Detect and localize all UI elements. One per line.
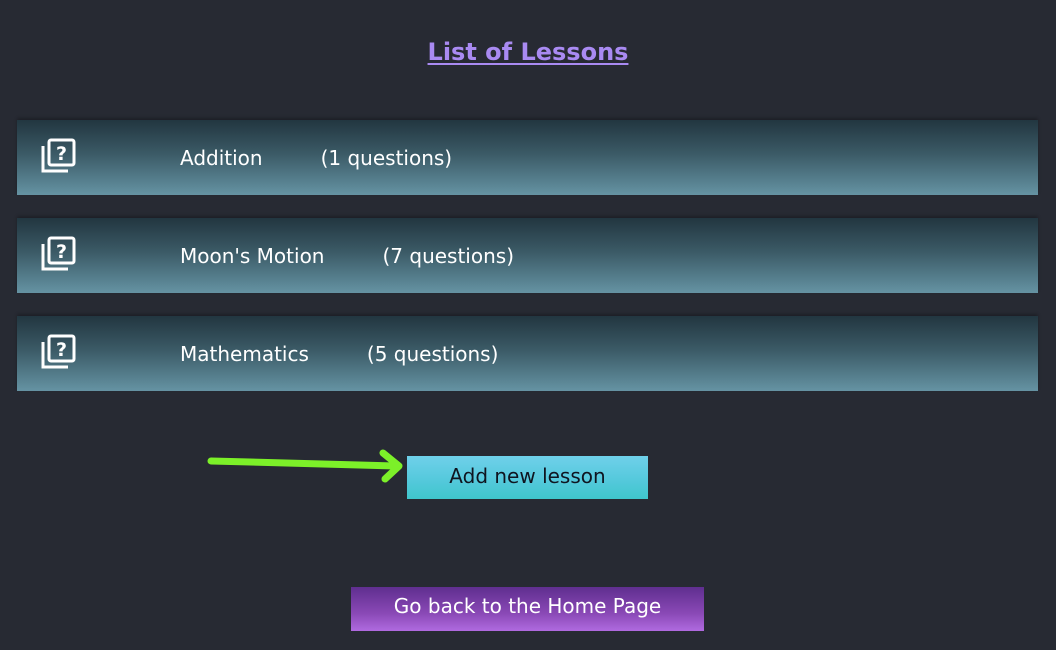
lesson-question-count: (1 questions) xyxy=(320,146,453,170)
lesson-row-mathematics[interactable]: ? Mathematics (5 questions) xyxy=(17,316,1038,391)
question-stack-icon: ? xyxy=(41,138,76,173)
question-stack-icon: ? xyxy=(41,334,76,369)
lesson-list: ? Addition (1 questions) ? Moon's Motion (… xyxy=(17,120,1038,414)
question-stack-icon: ? xyxy=(41,236,76,271)
lesson-name: Moon's Motion xyxy=(180,244,325,268)
svg-text:?: ? xyxy=(56,143,67,165)
lesson-title: Moon's Motion (7 questions) xyxy=(180,244,514,268)
lesson-name: Addition xyxy=(180,146,263,170)
svg-text:?: ? xyxy=(56,241,67,263)
page-title[interactable]: List of Lessons xyxy=(0,38,1056,66)
add-new-lesson-button[interactable]: Add new lesson xyxy=(407,456,648,499)
lesson-row-addition[interactable]: ? Addition (1 questions) xyxy=(17,120,1038,195)
lesson-title: Addition (1 questions) xyxy=(180,146,452,170)
lesson-row-moons-motion[interactable]: ? Moon's Motion (7 questions) xyxy=(17,218,1038,293)
lesson-question-count: (7 questions) xyxy=(382,244,514,268)
svg-text:?: ? xyxy=(56,339,67,361)
home-page-button[interactable]: Go back to the Home Page xyxy=(351,587,704,631)
lesson-title: Mathematics (5 questions) xyxy=(180,342,498,366)
lesson-name: Mathematics xyxy=(180,342,309,366)
lesson-question-count: (5 questions) xyxy=(366,342,499,366)
green-arrow-icon xyxy=(207,449,403,483)
